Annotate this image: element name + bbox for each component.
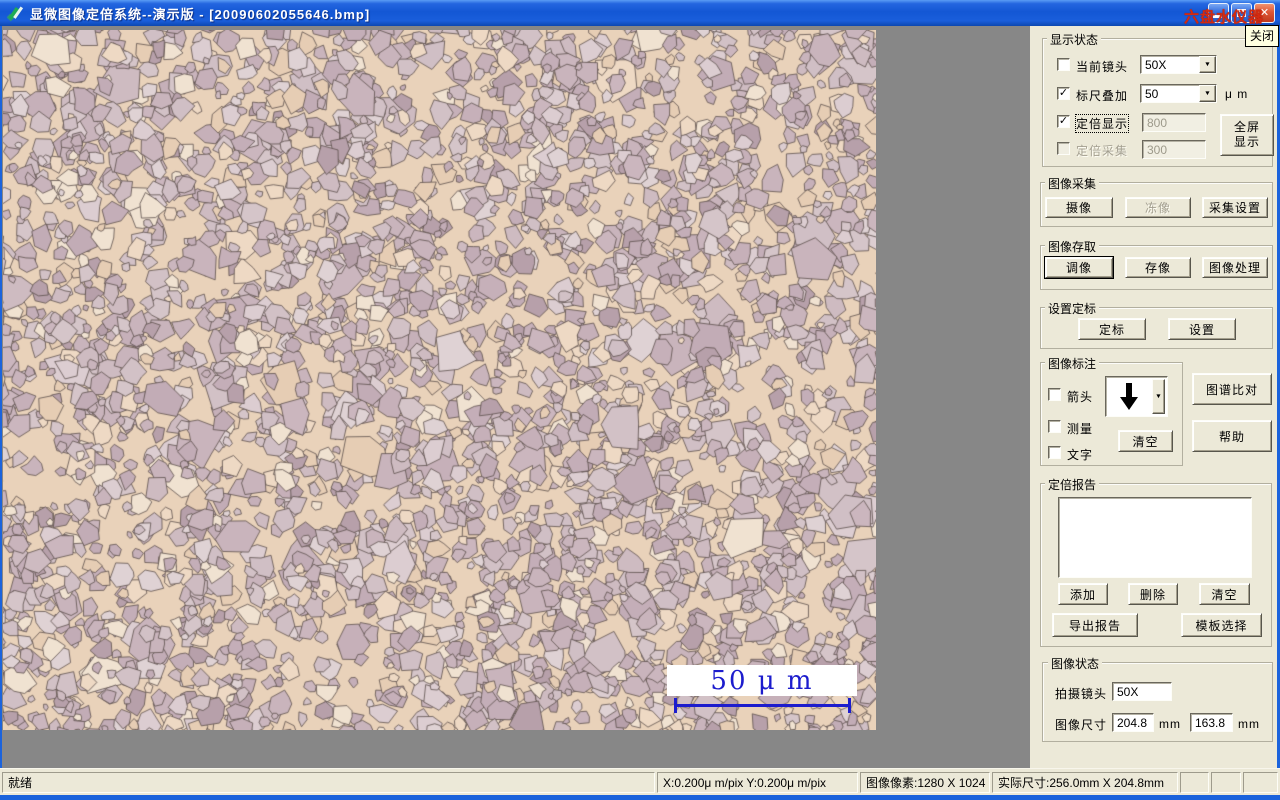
ruler-combobox[interactable]: 50 ▼ — [1140, 84, 1217, 103]
checkbox-text-label: 文字 — [1067, 446, 1093, 463]
calibration-setup-button[interactable]: 设置 — [1168, 318, 1236, 340]
lens-combobox[interactable]: 50X ▼ — [1140, 55, 1217, 74]
checkbox-fixed-display-label: 定倍显示 — [1076, 115, 1128, 132]
title-bar: 显微图像定倍系统--演示版 - [20090602055646.bmp] ✕ 六… — [0, 0, 1280, 26]
window-title: 显微图像定倍系统--演示版 - [20090602055646.bmp] — [30, 4, 370, 23]
annotation-style-combobox[interactable]: ▼ — [1105, 376, 1168, 417]
image-size-label: 图像尺寸 — [1055, 716, 1107, 733]
checkbox-ruler-overlay-label: 标尺叠加 — [1076, 87, 1128, 104]
status-bar: 就绪 X:0.200μ m/pix Y:0.200μ m/pix 图像像素:12… — [0, 768, 1280, 795]
shoot-button[interactable]: 摄像 — [1045, 197, 1113, 218]
checkbox-arrow-label: 箭头 — [1067, 388, 1093, 405]
chevron-down-icon: ▼ — [1204, 61, 1211, 67]
workspace: 50 μ m — [2, 26, 1030, 768]
close-tooltip: 关闭 — [1245, 25, 1279, 47]
lens-combobox-value: 50X — [1141, 56, 1199, 73]
group-calibration-title: 设置定标 — [1045, 300, 1099, 317]
atlas-compare-button[interactable]: 图谱比对 — [1192, 373, 1272, 405]
check-icon: ✓ — [1059, 88, 1068, 99]
group-annotation-title: 图像标注 — [1045, 355, 1099, 372]
capture-settings-button[interactable]: 采集设置 — [1202, 197, 1268, 218]
status-pane-1 — [1180, 772, 1209, 793]
checkbox-current-lens[interactable] — [1057, 58, 1070, 71]
scale-bar-line — [675, 704, 851, 707]
shoot-lens-label: 拍摄镜头 — [1055, 685, 1107, 702]
status-pane-3 — [1243, 772, 1278, 793]
annotation-style-preview — [1106, 377, 1152, 416]
checkbox-measure[interactable] — [1048, 420, 1061, 433]
scale-bar-label: 50 μ m — [667, 665, 857, 696]
ruler-combobox-value: 50 — [1141, 85, 1199, 102]
image-width-value: 204.8 — [1112, 713, 1154, 732]
shoot-lens-value: 50X — [1112, 682, 1172, 701]
group-storage-title: 图像存取 — [1045, 238, 1099, 255]
freeze-button: 冻像 — [1125, 197, 1191, 218]
report-add-button[interactable]: 添加 — [1058, 583, 1108, 605]
status-pane-2 — [1211, 772, 1241, 793]
image-height-value: 163.8 — [1190, 713, 1233, 732]
app-window: 显微图像定倍系统--演示版 - [20090602055646.bmp] ✕ 六… — [0, 0, 1280, 800]
checkbox-current-lens-label: 当前镜头 — [1076, 58, 1128, 75]
save-image-button[interactable]: 存像 — [1125, 257, 1191, 278]
image-width-unit: mm — [1159, 717, 1181, 731]
scale-bar-tick-left — [674, 698, 677, 713]
chevron-down-icon: ▼ — [1155, 393, 1162, 399]
image-height-unit: mm — [1238, 717, 1260, 731]
checkbox-fixed-capture — [1057, 142, 1070, 155]
checkbox-measure-label: 测量 — [1067, 420, 1093, 437]
annotation-style-dropdown[interactable]: ▼ — [1152, 379, 1165, 414]
report-delete-button[interactable]: 删除 — [1128, 583, 1178, 605]
report-listbox[interactable] — [1058, 497, 1252, 578]
fixed-display-input: 800 — [1142, 113, 1206, 132]
status-actual-size: 实际尺寸:256.0mm X 204.8mm — [992, 772, 1178, 793]
report-clear-button[interactable]: 清空 — [1199, 583, 1250, 605]
ruler-combobox-dropdown[interactable]: ▼ — [1199, 85, 1216, 102]
ruler-unit-label: μ m — [1225, 87, 1248, 101]
checkbox-text[interactable] — [1048, 446, 1061, 459]
status-ready: 就绪 — [2, 772, 655, 793]
help-button[interactable]: 帮助 — [1192, 420, 1272, 452]
checkbox-fixed-capture-label: 定倍采集 — [1076, 142, 1128, 159]
window-frame-bottom — [0, 795, 1280, 800]
checkbox-fixed-display[interactable]: ✓ — [1057, 115, 1070, 128]
image-process-button[interactable]: 图像处理 — [1202, 257, 1268, 278]
check-icon: ✓ — [1059, 116, 1068, 127]
lens-combobox-dropdown[interactable]: ▼ — [1199, 56, 1216, 73]
arrow-down-icon — [1118, 382, 1140, 412]
fullscreen-button[interactable]: 全屏显示 — [1220, 114, 1274, 156]
group-image-status-title: 图像状态 — [1048, 655, 1102, 672]
group-report-title: 定倍报告 — [1045, 476, 1099, 493]
calibrate-button[interactable]: 定标 — [1078, 318, 1146, 340]
group-display-status-title: 显示状态 — [1047, 31, 1101, 48]
chevron-down-icon: ▼ — [1204, 90, 1211, 96]
status-pixel-scale: X:0.200μ m/pix Y:0.200μ m/pix — [657, 772, 858, 793]
micrograph-image[interactable]: 50 μ m — [3, 30, 876, 730]
export-report-button[interactable]: 导出报告 — [1052, 613, 1138, 637]
scale-bar-tick-right — [848, 698, 851, 713]
fixed-capture-input: 300 — [1142, 140, 1206, 159]
status-image-pixels: 图像像素:1280 X 1024 — [860, 772, 990, 793]
group-capture-title: 图像采集 — [1045, 175, 1099, 192]
watermark-text: 六盘水仪器 — [1184, 6, 1264, 27]
fullscreen-button-label: 全屏显示 — [1232, 120, 1262, 150]
load-image-button[interactable]: 调像 — [1045, 257, 1113, 278]
checkbox-arrow[interactable] — [1048, 388, 1061, 401]
control-panel: 显示状态 当前镜头 50X ▼ ✓ 标尺叠加 50 ▼ μ m ✓ 定倍显示 8… — [1030, 26, 1277, 768]
app-icon — [7, 5, 24, 22]
checkbox-ruler-overlay[interactable]: ✓ — [1057, 87, 1070, 100]
micrograph-canvas[interactable] — [3, 30, 876, 730]
annotation-clear-button[interactable]: 清空 — [1118, 430, 1173, 452]
template-select-button[interactable]: 模板选择 — [1181, 613, 1262, 637]
